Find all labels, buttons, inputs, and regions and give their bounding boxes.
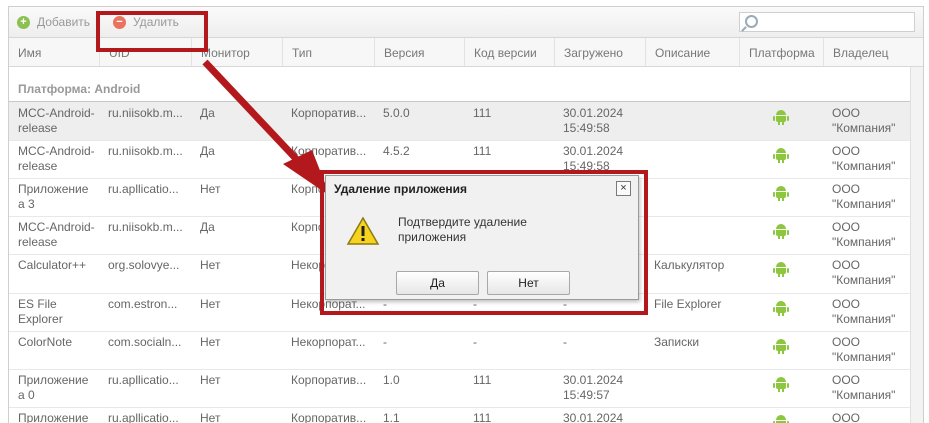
arrow-shaft [202,59,303,166]
highlight-dialog [320,170,648,315]
